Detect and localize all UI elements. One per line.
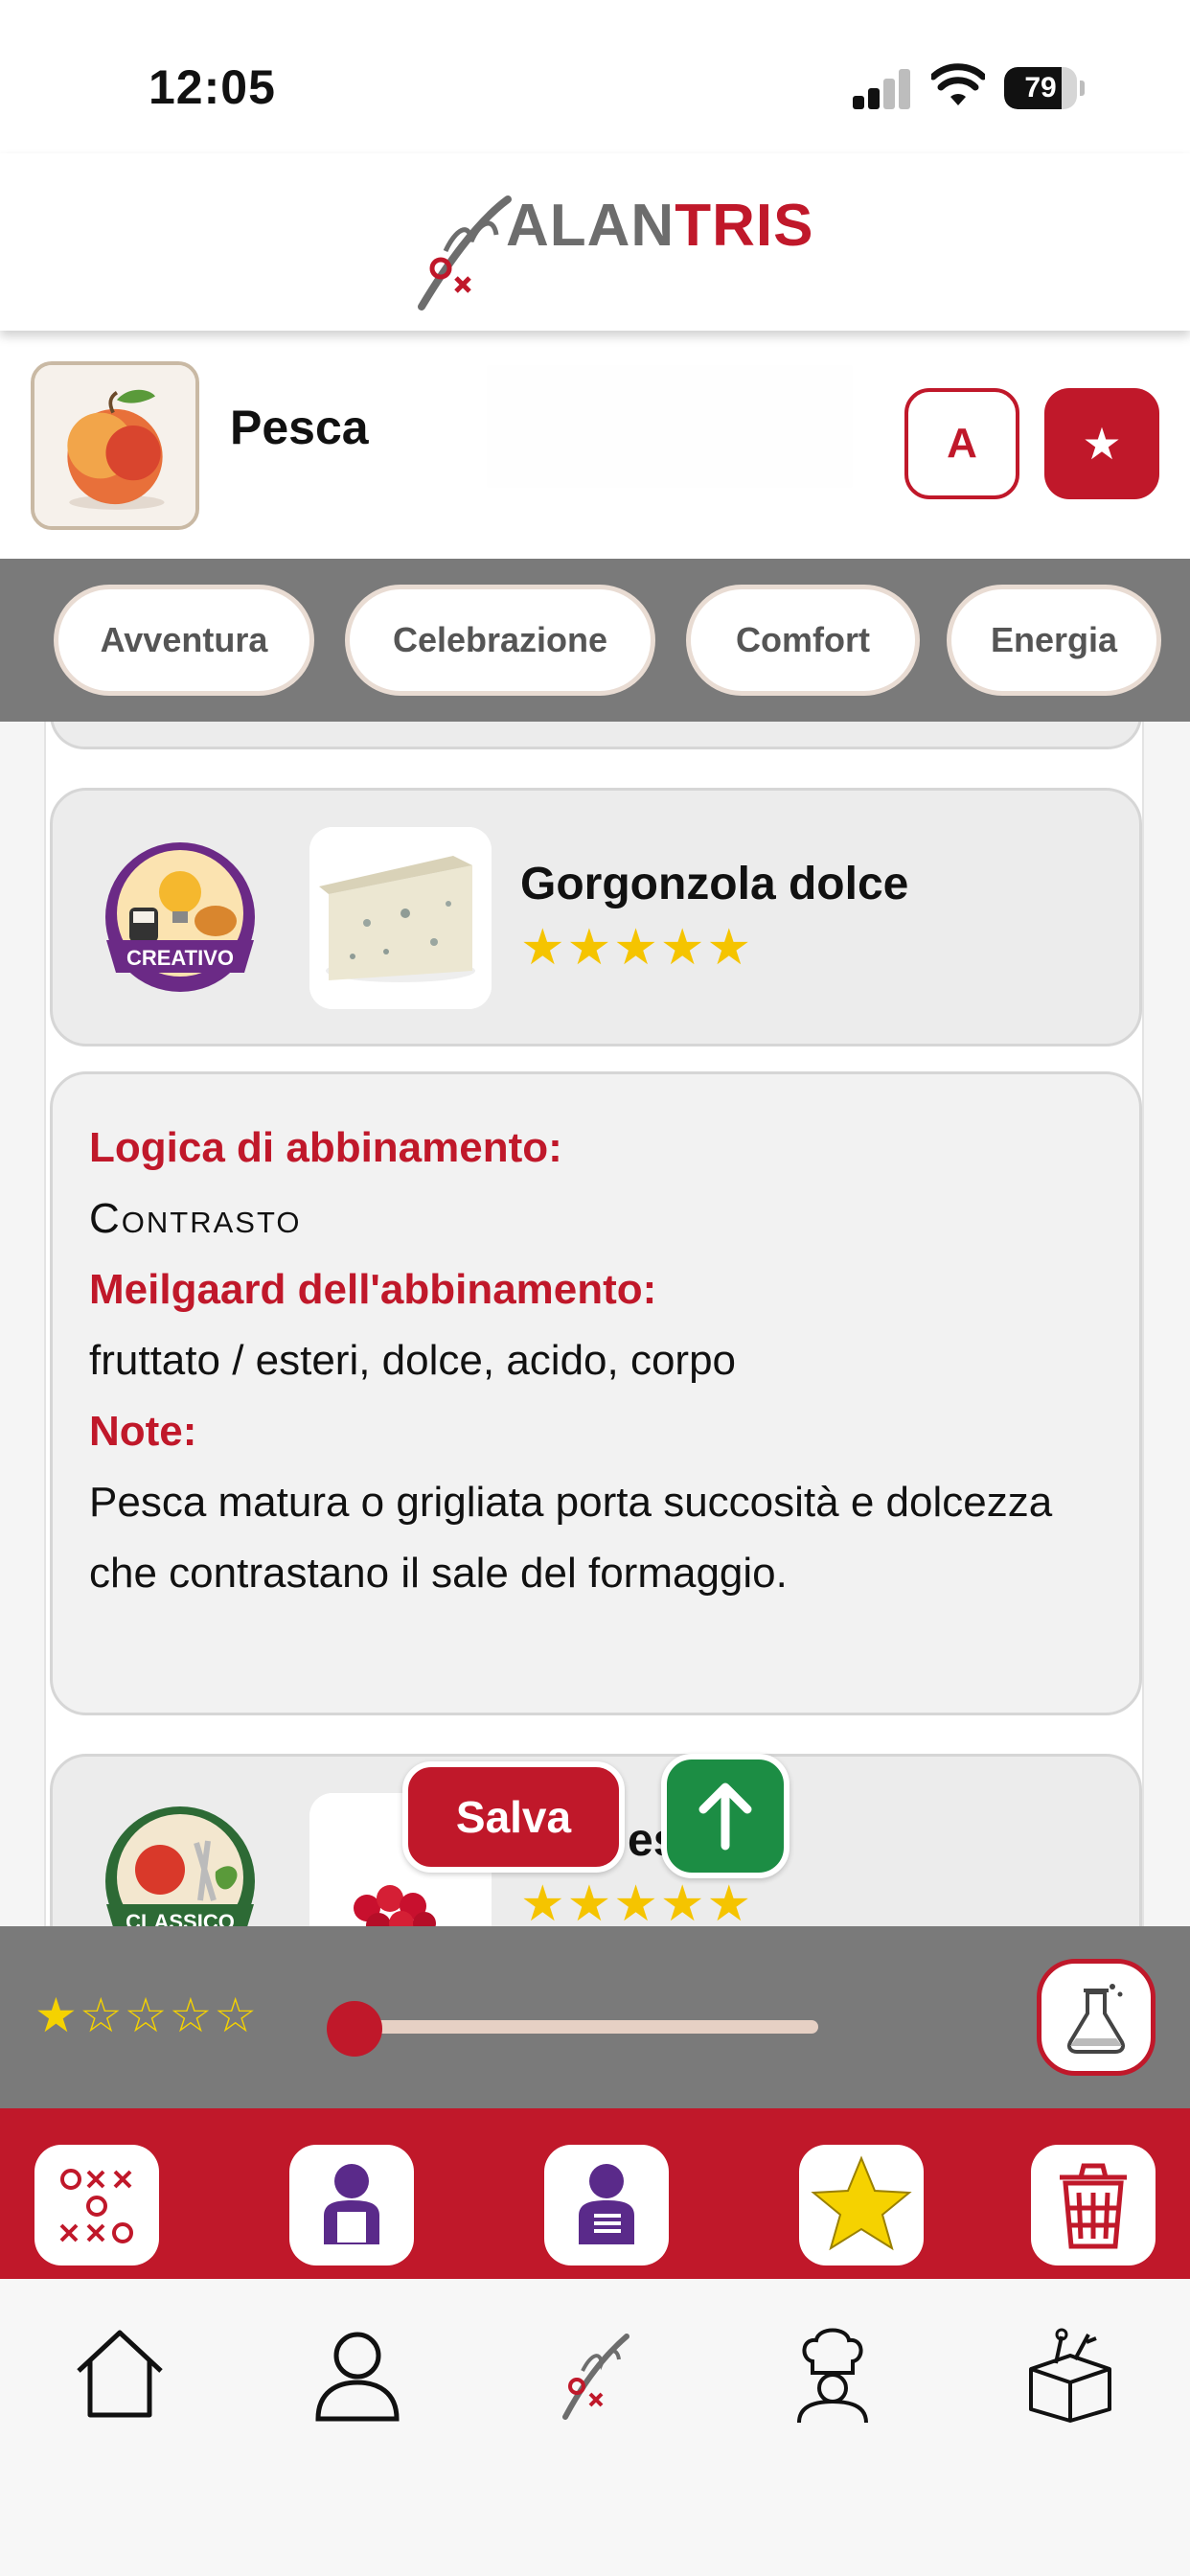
meilgaard-value: fruttato / esteri, dolce, acido, corpo <box>89 1337 737 1384</box>
app-header: ALANTRIS <box>0 153 1190 331</box>
person-card-button[interactable] <box>289 2145 414 2266</box>
pairing-details: Logica di abbinamento: Contrasto Meilgaa… <box>50 1071 1142 1715</box>
creativo-badge-icon: CREATIVO <box>105 842 255 992</box>
logo-prefix: ALAN <box>506 193 675 259</box>
chip-celebrazione[interactable]: Celebrazione <box>345 585 655 696</box>
notes-label: Note: <box>89 1408 197 1455</box>
tictactoe-icon <box>59 2169 133 2243</box>
rating-filter-bar: ★☆☆☆☆ <box>0 1926 1190 2108</box>
notes-value: Pesca matura o grigliata porta succosità… <box>89 1479 1053 1597</box>
favorites-button[interactable] <box>799 2145 924 2266</box>
cellular-signal-icon <box>853 67 912 109</box>
selected-item-row: Pesca A ★ <box>0 331 1190 559</box>
tab-bar <box>0 2279 1190 2576</box>
save-button[interactable]: Salva <box>402 1761 625 1873</box>
trash-button[interactable] <box>1031 2145 1156 2266</box>
next-pairing-stars: ★★★★★ <box>520 1876 754 1926</box>
favorite-button[interactable]: ★ <box>1044 388 1159 499</box>
alphabetical-button[interactable]: A <box>904 388 1019 499</box>
alantris-icon[interactable] <box>542 2321 648 2426</box>
peach-image[interactable] <box>31 361 199 530</box>
rating-slider-knob[interactable] <box>327 2001 382 2057</box>
logo-suffix: TRIS <box>675 193 814 259</box>
wifi-icon <box>931 63 985 105</box>
logic-label: Logica di abbinamento: <box>89 1124 562 1171</box>
status-time: 12:05 <box>149 60 276 114</box>
badge-label: CREATIVO <box>126 946 234 970</box>
gorgonzola-image <box>309 827 492 1009</box>
pairing-stars: ★★★★★ <box>520 920 754 976</box>
scroll-top-button[interactable] <box>661 1754 790 1878</box>
action-toolbar <box>0 2108 1190 2279</box>
battery-icon: 79 <box>1004 67 1085 109</box>
pairing-title: Gorgonzola dolce <box>520 859 909 909</box>
selected-item-title: Pesca <box>230 401 369 454</box>
meilgaard-label: Meilgaard dell'abbinamento: <box>89 1266 657 1313</box>
battery-level: 79 <box>1024 72 1057 104</box>
rating-slider-track[interactable] <box>355 2020 818 2034</box>
arrow-up-icon <box>698 1782 752 1851</box>
pairing-list[interactable]: CREATIVO Gorgonzola dolce ★★★★★ Logica d… <box>44 671 1144 1926</box>
lab-button[interactable] <box>1037 1959 1156 2076</box>
chef-icon[interactable] <box>780 2321 885 2426</box>
tictactoe-button[interactable] <box>34 2145 159 2266</box>
toolbox-icon[interactable] <box>1018 2321 1123 2426</box>
rating-filter-stars: ★☆☆☆☆ <box>34 1989 260 2042</box>
status-bar: 12:05 79 <box>0 0 1190 153</box>
person-list-icon <box>579 2164 634 2244</box>
next-badge-label: CLASSICO <box>126 1910 235 1926</box>
app-logo-text: ALANTRIS <box>506 192 813 260</box>
pairing-card[interactable]: CREATIVO Gorgonzola dolce ★★★★★ <box>50 788 1142 1046</box>
chip-comfort[interactable]: Comfort <box>686 585 920 696</box>
profile-icon[interactable] <box>305 2321 410 2426</box>
logic-value: Contrasto <box>89 1195 302 1242</box>
alantris-logo-icon <box>418 196 512 310</box>
star-icon <box>811 2155 912 2251</box>
chip-avventura[interactable]: Avventura <box>54 585 314 696</box>
flask-icon <box>1066 1984 1126 2054</box>
home-icon[interactable] <box>67 2321 172 2426</box>
chip-energia[interactable]: Energia <box>947 585 1161 696</box>
person-list-button[interactable] <box>544 2145 669 2266</box>
trash-icon <box>1060 2163 1127 2249</box>
mood-filter-bar: Avventura Celebrazione Comfort Energia <box>0 559 1190 722</box>
person-card-icon <box>324 2164 379 2244</box>
classico-badge-icon: CLASSICO <box>105 1806 255 1926</box>
